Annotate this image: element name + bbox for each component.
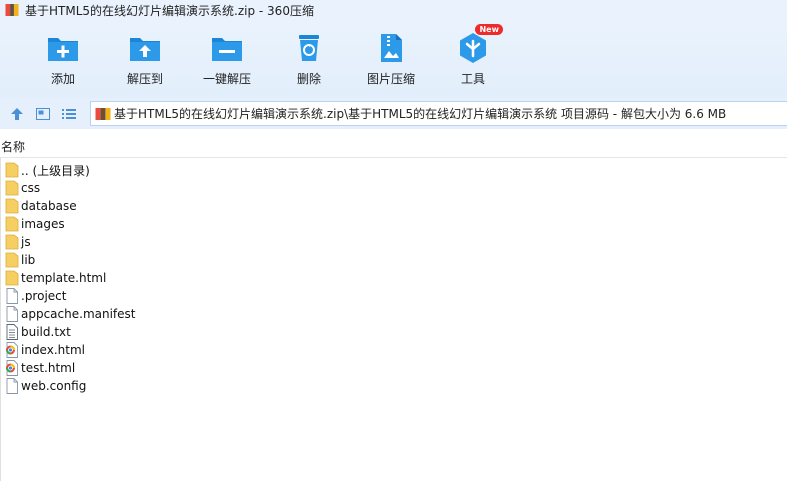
column-name-header[interactable]: 名称 [1, 138, 25, 155]
list-item-parent-dir[interactable]: .. (上级目录) [0, 161, 787, 179]
one-click-extract-button[interactable]: 一键解压 [186, 20, 268, 98]
folder-icon [5, 270, 19, 286]
list-item-build[interactable]: build.txt [0, 323, 787, 341]
address-field[interactable]: 基于HTML5的在线幻灯片编辑演示系统.zip\基于HTML5的在线幻灯片编辑演… [90, 101, 787, 126]
address-path: 基于HTML5的在线幻灯片编辑演示系统.zip\基于HTML5的在线幻灯片编辑演… [114, 107, 727, 121]
folder-icon [5, 162, 19, 178]
delete-label: 删除 [296, 72, 321, 86]
html-file-icon [6, 342, 18, 358]
html-file-icon [6, 360, 18, 376]
up-level-button[interactable] [8, 105, 26, 123]
file-name: js [21, 235, 31, 249]
new-badge: New [475, 24, 503, 35]
list-item-js[interactable]: js [0, 233, 787, 251]
list-view-button[interactable] [60, 105, 78, 123]
file-name: lib [21, 253, 36, 267]
extract-to-button[interactable]: 解压到 [104, 20, 186, 98]
folder-icon [5, 180, 19, 196]
list-item-lib[interactable]: lib [0, 251, 787, 269]
file-name: build.txt [21, 325, 71, 339]
extract-to-label: 解压到 [126, 72, 163, 86]
image-compress-button[interactable]: 图片压缩 [350, 20, 432, 98]
arrow-up-icon [11, 107, 23, 120]
tools-icon [460, 33, 486, 63]
file-name: appcache.manifest [21, 307, 136, 321]
list-item-project[interactable]: .project [0, 287, 787, 305]
list-view-icon [62, 108, 76, 119]
add-folder-icon [48, 38, 78, 61]
thumbnail-view-button[interactable] [34, 105, 52, 123]
list-item-webconfig[interactable]: web.config [0, 377, 787, 395]
address-bar: 基于HTML5的在线幻灯片编辑演示系统.zip\基于HTML5的在线幻灯片编辑演… [0, 98, 787, 129]
text-file-icon [6, 324, 18, 340]
file-name: .project [21, 289, 67, 303]
file-name: images [21, 217, 65, 231]
image-compress-label: 图片压缩 [366, 72, 415, 86]
archive-window: 基于HTML5的在线幻灯片编辑演示系统.zip - 360压缩 添加 解压到 一… [0, 0, 787, 481]
title-bar: 基于HTML5的在线幻灯片编辑演示系统.zip - 360压缩 [0, 0, 787, 20]
file-name: css [21, 181, 41, 195]
list-item-css[interactable]: css [0, 179, 787, 197]
file-name: index.html [21, 343, 85, 357]
blank-file-icon [6, 378, 18, 394]
one-click-extract-icon [212, 38, 242, 61]
folder-icon [5, 198, 19, 214]
delete-button[interactable]: 删除 [268, 20, 350, 98]
list-item-template[interactable]: template.html [0, 269, 787, 287]
zip-archive-icon [95, 107, 111, 120]
file-list: .. (上级目录) css database images js lib tem… [0, 161, 787, 395]
list-item-database[interactable]: database [0, 197, 787, 215]
window-title: 基于HTML5的在线幻灯片编辑演示系统.zip - 360压缩 [25, 3, 314, 18]
list-item-test[interactable]: test.html [0, 359, 787, 377]
trash-icon [299, 35, 319, 61]
file-name: database [21, 199, 77, 213]
add-button-label: 添加 [50, 72, 75, 86]
list-item-appcache[interactable]: appcache.manifest [0, 305, 787, 323]
folder-icon [5, 216, 19, 232]
file-name: test.html [21, 361, 76, 375]
tools-button[interactable]: New 工具 [432, 20, 514, 98]
image-compress-icon [381, 34, 402, 62]
add-button[interactable]: 添加 [22, 20, 104, 98]
list-item-index[interactable]: index.html [0, 341, 787, 359]
file-name: web.config [21, 379, 87, 393]
file-name: .. (上级目录) [21, 163, 90, 178]
blank-file-icon [6, 288, 18, 304]
folder-icon [5, 234, 19, 250]
list-item-images[interactable]: images [0, 215, 787, 233]
folder-icon [5, 252, 19, 268]
thumbnail-view-icon [36, 107, 50, 120]
extract-to-icon [130, 38, 160, 61]
toolbar: 添加 解压到 一键解压 删除 图片压缩 New 工具 [0, 20, 787, 98]
file-name: template.html [21, 271, 107, 285]
blank-file-icon [6, 306, 18, 322]
tools-label: 工具 [460, 72, 485, 86]
column-header: 名称 [0, 136, 787, 158]
tools-icon-wrap: New [457, 24, 503, 64]
archive-app-icon [5, 4, 19, 16]
one-click-extract-label: 一键解压 [202, 72, 251, 86]
